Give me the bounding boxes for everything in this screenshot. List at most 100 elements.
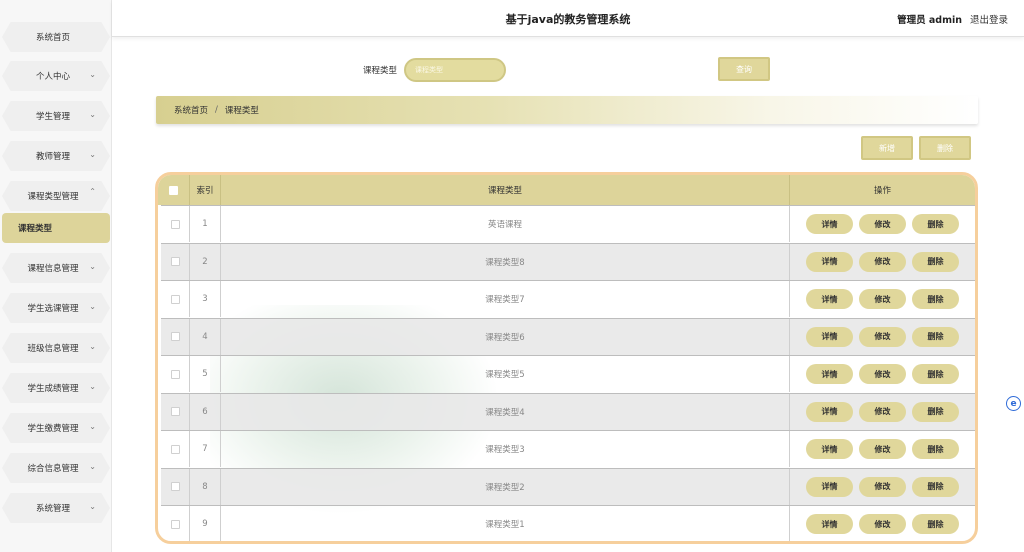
row-course-type: 课程类型6 [221, 318, 790, 355]
edit-button[interactable]: 修改 [859, 439, 906, 459]
row-course-type: 课程类型4 [221, 393, 790, 430]
chevron-down-icon: ⌄ [89, 110, 96, 119]
edit-button[interactable]: 修改 [859, 476, 906, 497]
course-type-search-input[interactable] [404, 58, 506, 82]
row-operations: 详情 修改 删除 [790, 356, 975, 392]
chevron-down-icon: ⌄ [89, 382, 96, 391]
row-select-cell [161, 431, 190, 467]
delete-button[interactable]: 删除 [912, 514, 959, 534]
sidebar-item-course-info-management[interactable]: 课程信息管理 ⌄ [2, 253, 110, 283]
row-index: 4 [190, 318, 221, 355]
row-checkbox[interactable] [170, 407, 180, 416]
row-index: 3 [190, 281, 221, 317]
row-checkbox[interactable] [170, 294, 180, 304]
detail-button[interactable]: 详情 [806, 514, 853, 534]
row-checkbox[interactable] [170, 444, 180, 454]
row-checkbox[interactable] [170, 332, 180, 341]
delete-button[interactable]: 删除 [912, 364, 959, 384]
delete-button[interactable]: 删除 [912, 326, 959, 347]
sidebar-item-label: 学生成绩管理 [27, 384, 79, 394]
chevron-down-icon: ⌄ [89, 70, 96, 79]
sidebar-item-label: 学生缴费管理 [27, 424, 79, 434]
batch-delete-button[interactable]: 删除 [919, 136, 971, 160]
sidebar-item-course-type-management[interactable]: 课程类型管理 ⌃ [2, 181, 110, 211]
row-course-type: 英语课程 [221, 206, 790, 242]
row-index: 1 [190, 206, 221, 242]
sidebar-item-payment-management[interactable]: 学生缴费管理 ⌄ [2, 413, 110, 443]
sidebar-item-label: 课程信息管理 [27, 264, 79, 274]
edit-button[interactable]: 修改 [859, 289, 906, 309]
edit-button[interactable]: 修改 [859, 514, 906, 534]
sidebar-item-personal-center[interactable]: 个人中心 ⌄ [2, 61, 110, 91]
select-all-checkbox[interactable] [169, 185, 178, 195]
row-course-type: 课程类型3 [221, 431, 790, 467]
sidebar-item-label: 个人中心 [35, 72, 70, 82]
detail-button[interactable]: 详情 [806, 364, 853, 384]
sidebar-item-course-selection-management[interactable]: 学生选课管理 ⌄ [2, 293, 110, 323]
row-course-type: 课程类型8 [221, 243, 790, 280]
sidebar-item-label: 系统首页 [35, 33, 70, 43]
detail-button[interactable]: 详情 [806, 401, 853, 422]
sidebar-item-system-management[interactable]: 系统管理 ⌄ [2, 493, 110, 523]
row-checkbox[interactable] [170, 219, 180, 229]
floating-helper-icon[interactable]: e [1006, 396, 1021, 411]
edit-button[interactable]: 修改 [859, 251, 906, 272]
delete-button[interactable]: 删除 [912, 251, 959, 272]
row-checkbox[interactable] [170, 257, 180, 266]
row-checkbox[interactable] [170, 519, 180, 529]
row-select-cell [161, 281, 190, 317]
breadcrumb-current: 课程类型 [224, 106, 259, 116]
row-index: 9 [190, 506, 221, 541]
sidebar-item-label: 课程类型管理 [27, 192, 79, 202]
edit-button[interactable]: 修改 [859, 364, 906, 384]
row-select-cell [161, 393, 190, 430]
query-button[interactable]: 查询 [718, 57, 770, 81]
row-select-cell [161, 318, 190, 355]
table-header: 索引 课程类型 操作 [158, 175, 975, 205]
row-checkbox[interactable] [170, 482, 180, 491]
delete-button[interactable]: 删除 [912, 476, 959, 497]
row-operations: 详情 修改 删除 [790, 394, 975, 430]
edit-button[interactable]: 修改 [859, 326, 906, 347]
detail-button[interactable]: 详情 [806, 439, 853, 459]
row-select-cell [161, 506, 190, 541]
sidebar-item-class-info-management[interactable]: 班级信息管理 ⌄ [2, 333, 110, 363]
sidebar-item-label: 教师管理 [35, 152, 70, 162]
breadcrumb: 系统首页 / 课程类型 [156, 96, 978, 124]
breadcrumb-home[interactable]: 系统首页 [174, 104, 208, 116]
detail-button[interactable]: 详情 [806, 326, 853, 347]
edit-button[interactable]: 修改 [859, 401, 906, 422]
sidebar-item-grade-management[interactable]: 学生成绩管理 ⌄ [2, 373, 110, 403]
detail-button[interactable]: 详情 [806, 476, 853, 497]
sidebar-item-home[interactable]: 系统首页 [2, 22, 110, 52]
delete-button[interactable]: 删除 [912, 401, 959, 422]
detail-button[interactable]: 详情 [806, 214, 853, 234]
table-row: 6 课程类型4 详情 修改 删除 [161, 392, 975, 430]
delete-button[interactable]: 删除 [912, 289, 959, 309]
table-row: 9 课程类型1 详情 修改 删除 [161, 505, 975, 541]
detail-button[interactable]: 详情 [806, 289, 853, 309]
sidebar-item-label: 课程类型 [17, 224, 52, 234]
sidebar-item-student-management[interactable]: 学生管理 ⌄ [2, 101, 110, 131]
row-index: 7 [190, 431, 221, 467]
logout-link[interactable]: 退出登录 [970, 12, 1008, 26]
header-select-all[interactable] [158, 175, 190, 205]
row-checkbox[interactable] [170, 369, 180, 379]
sidebar-item-label: 综合信息管理 [27, 464, 79, 474]
sidebar-item-teacher-management[interactable]: 教师管理 ⌄ [2, 141, 110, 171]
sidebar-item-label: 系统管理 [35, 504, 70, 514]
delete-button[interactable]: 删除 [912, 439, 959, 459]
row-index: 2 [190, 243, 221, 280]
header-course-type: 课程类型 [221, 175, 790, 205]
add-button[interactable]: 新增 [861, 136, 913, 160]
header-operations: 操作 [873, 186, 891, 196]
row-select-cell [161, 206, 190, 242]
app-title: 基于java的教务管理系统 [505, 13, 631, 26]
edit-button[interactable]: 修改 [859, 214, 906, 234]
table-row: 1 英语课程 详情 修改 删除 [161, 205, 975, 242]
delete-button[interactable]: 删除 [912, 214, 959, 234]
sidebar-item-general-info-management[interactable]: 综合信息管理 ⌄ [2, 453, 110, 483]
sidebar-item-course-type[interactable]: 课程类型 [2, 213, 110, 243]
detail-button[interactable]: 详情 [806, 251, 853, 272]
row-index: 8 [190, 468, 221, 505]
